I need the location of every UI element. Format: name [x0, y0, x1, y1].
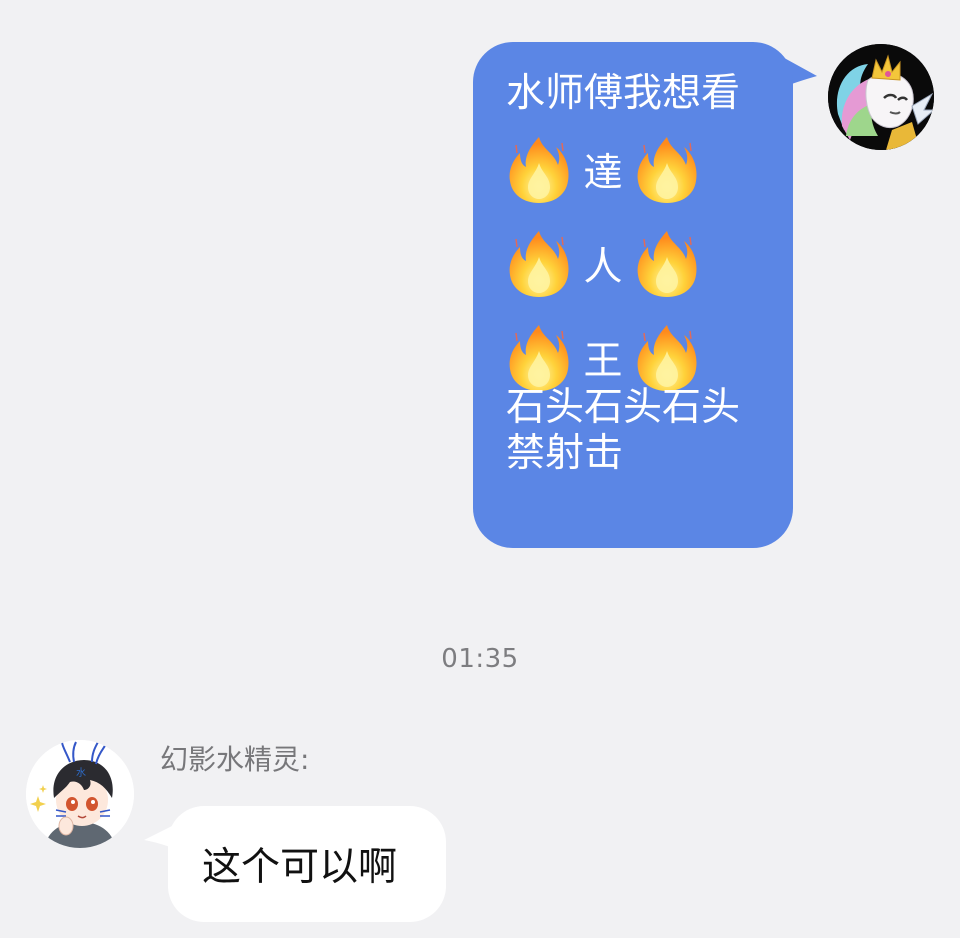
fire-emoji-icon — [509, 231, 569, 297]
anime-boy-avatar-icon: 水 — [26, 740, 134, 848]
fire-emoji-icon — [637, 325, 697, 391]
fire-emoji-icon — [509, 325, 569, 391]
fire-emoji-icon — [637, 231, 697, 297]
fire-row: 王 — [506, 324, 793, 391]
message-line: 禁射击 — [506, 431, 624, 476]
message-timestamp: 01:35 — [441, 644, 519, 674]
pony-princess-avatar-icon — [828, 44, 934, 150]
outgoing-message-bubble[interactable]: 水师傅我想看 達 人 王 石头石头石头 禁射击 — [473, 42, 793, 548]
my-avatar[interactable] — [828, 44, 934, 150]
fire-row-char: 王 — [583, 338, 623, 384]
message-line: 水师傅我想看 — [506, 71, 741, 116]
fire-row-char: 達 — [583, 150, 623, 196]
fire-row-char: 人 — [583, 244, 623, 290]
fire-row: 達 — [506, 136, 793, 203]
chat-thread: 水师傅我想看 達 人 王 石头石头石头 禁射击 01:35 水 幻影水精灵: 这… — [0, 0, 960, 938]
message-line: 石头石头石头 — [506, 385, 741, 430]
sender-name: 幻影水精灵: — [160, 743, 310, 776]
fire-row: 人 — [506, 230, 793, 297]
message-text: 这个可以啊 — [202, 845, 398, 890]
fire-emoji-icon — [509, 137, 569, 203]
incoming-message-bubble[interactable]: 这个可以啊 — [168, 806, 446, 922]
sender-avatar[interactable]: 水 — [26, 740, 134, 848]
svg-text:水: 水 — [76, 767, 86, 779]
fire-emoji-icon — [637, 137, 697, 203]
